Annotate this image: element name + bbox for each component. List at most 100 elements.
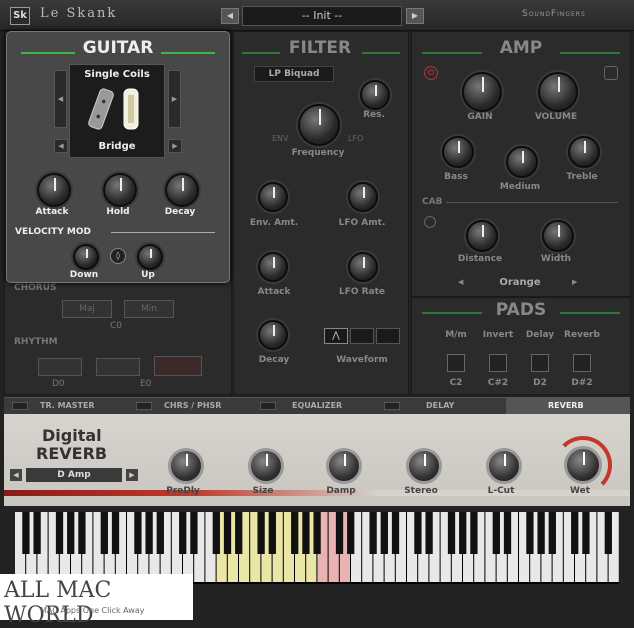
gain-knob[interactable] [462, 72, 502, 112]
black-key[interactable] [548, 512, 556, 554]
pickup-type-next-button[interactable]: ▶ [168, 70, 181, 128]
black-key[interactable] [156, 512, 164, 554]
tab-reverb[interactable]: REVERB [548, 398, 584, 414]
bass-knob[interactable] [442, 136, 474, 168]
env-amount-knob[interactable] [258, 182, 288, 212]
black-key[interactable] [470, 512, 478, 554]
distance-knob[interactable] [466, 220, 498, 252]
black-key[interactable] [425, 512, 433, 554]
pickup-pos-next-button[interactable]: ▶ [168, 139, 182, 153]
decay-knob[interactable] [165, 173, 199, 207]
black-key[interactable] [335, 512, 344, 554]
hold-knob[interactable] [103, 173, 137, 207]
damp-knob[interactable] [326, 448, 362, 484]
tab-chrs-phsr[interactable]: CHRS / PHSR [164, 398, 221, 414]
black-key[interactable] [291, 512, 299, 554]
pad-cs2[interactable] [489, 354, 507, 372]
frequency-knob[interactable] [298, 104, 340, 146]
rhythm-button-2[interactable] [96, 358, 140, 376]
black-key[interactable] [145, 512, 153, 554]
pad-d2[interactable] [531, 354, 549, 372]
prev-preset-button[interactable]: ◀ [221, 8, 239, 24]
amp-panel: AMP ⏻ GAIN VOLUME Bass Medium Treble CAB… [411, 31, 631, 297]
reverb-preset-next[interactable]: ▶ [126, 469, 138, 481]
rhythm-button-1[interactable] [38, 358, 82, 376]
cab-next-button[interactable]: ▶ [572, 278, 577, 286]
black-key[interactable] [190, 512, 198, 554]
tab-tr-master[interactable]: TR. MASTER [40, 398, 95, 414]
black-key[interactable] [447, 512, 456, 554]
black-key[interactable] [100, 512, 108, 554]
velocity-up-knob[interactable] [137, 244, 163, 270]
filter-type-selector[interactable]: LP Biquad [254, 66, 334, 82]
lcut-knob[interactable] [486, 448, 522, 484]
tab-equalizer[interactable]: EQUALIZER [292, 398, 342, 414]
black-key[interactable] [347, 512, 355, 554]
black-key[interactable] [302, 512, 310, 554]
black-key[interactable] [235, 512, 243, 554]
cab-prev-button[interactable]: ◀ [458, 278, 463, 286]
res-knob[interactable] [360, 80, 390, 110]
attack-knob[interactable] [37, 173, 71, 207]
lfo-rate-knob[interactable] [348, 252, 378, 282]
black-key[interactable] [537, 512, 545, 554]
tab-delay[interactable]: DELAY [426, 398, 454, 414]
black-key[interactable] [268, 512, 276, 554]
black-key[interactable] [78, 512, 86, 554]
preset-selector[interactable]: -- Init -- [242, 6, 402, 26]
pickup-pos-prev-button[interactable]: ◀ [54, 139, 68, 153]
wet-knob[interactable] [564, 446, 602, 484]
velocity-link-button[interactable]: ◊ [110, 248, 126, 264]
black-key[interactable] [313, 512, 321, 554]
amp-power-icon[interactable]: ⏻ [424, 66, 438, 80]
reverb-preset-prev[interactable]: ◀ [10, 469, 22, 481]
lcut-label: L-Cut [487, 486, 515, 496]
waveform-square-button[interactable] [350, 328, 374, 344]
next-preset-button[interactable]: ▶ [406, 8, 424, 24]
black-key[interactable] [33, 512, 41, 554]
black-key[interactable] [571, 512, 579, 554]
velocity-down-knob[interactable] [73, 244, 99, 270]
lfo-amount-knob[interactable] [348, 182, 378, 212]
black-key[interactable] [492, 512, 500, 554]
volume-knob[interactable] [538, 72, 578, 112]
black-key[interactable] [111, 512, 120, 554]
black-key[interactable] [55, 512, 64, 554]
predly-knob[interactable] [168, 448, 204, 484]
black-key[interactable] [257, 512, 265, 554]
black-key[interactable] [604, 512, 612, 554]
black-key[interactable] [391, 512, 400, 554]
black-key[interactable] [503, 512, 512, 554]
black-key[interactable] [67, 512, 75, 554]
reverb-preset-selector[interactable]: D Amp [26, 468, 122, 482]
black-key[interactable] [22, 512, 30, 554]
rhythm-button-3[interactable] [154, 356, 202, 376]
amp-settings-icon[interactable] [604, 66, 618, 80]
chorus-maj-button[interactable]: Maj [62, 300, 112, 318]
black-key[interactable] [526, 512, 534, 554]
pad-ds2[interactable] [573, 354, 591, 372]
waveform-random-button[interactable] [376, 328, 400, 344]
cab-power-icon[interactable] [424, 216, 436, 228]
filter-decay-knob[interactable] [258, 320, 288, 350]
black-key[interactable] [134, 512, 142, 554]
cab-model-selector[interactable]: Orange [472, 276, 568, 290]
black-key[interactable] [223, 512, 232, 554]
filter-attack-knob[interactable] [258, 252, 288, 282]
pickup-type-prev-button[interactable]: ◀ [54, 70, 67, 128]
stereo-knob[interactable] [406, 448, 442, 484]
black-key[interactable] [179, 512, 187, 554]
size-knob[interactable] [248, 448, 284, 484]
waveform-triangle-button[interactable]: ⋀ [324, 328, 348, 344]
black-key[interactable] [459, 512, 467, 554]
black-key[interactable] [582, 512, 590, 554]
chorus-min-button[interactable]: Min [124, 300, 174, 318]
black-key[interactable] [212, 512, 220, 554]
pad-c2[interactable] [447, 354, 465, 372]
black-key[interactable] [369, 512, 377, 554]
treble-knob[interactable] [568, 136, 600, 168]
medium-knob[interactable] [506, 146, 538, 178]
width-knob[interactable] [542, 220, 574, 252]
black-key[interactable] [414, 512, 422, 554]
black-key[interactable] [380, 512, 388, 554]
